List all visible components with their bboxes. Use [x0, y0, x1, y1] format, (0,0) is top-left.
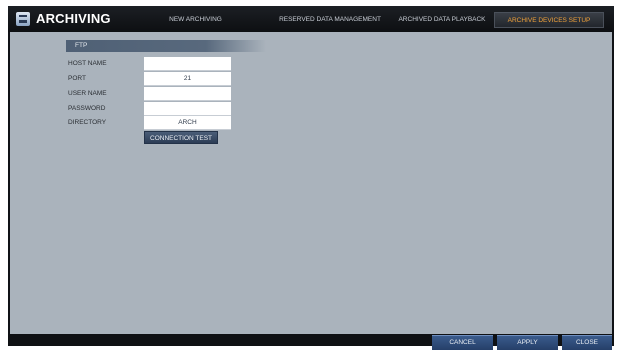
app-title: ARCHIVING	[36, 11, 111, 26]
directory-input[interactable]	[144, 116, 231, 130]
cancel-button[interactable]: CANCEL	[432, 335, 493, 350]
directory-label: DIRECTORY	[68, 119, 107, 126]
ftp-section-header: FTP	[66, 40, 266, 52]
user-name-input[interactable]	[144, 87, 231, 101]
tab-archived-data-playback[interactable]: ARCHIVED DATA PLAYBACK	[387, 12, 497, 28]
close-button[interactable]: CLOSE	[562, 335, 612, 350]
user-name-label: USER NAME	[68, 90, 107, 97]
port-input[interactable]	[144, 72, 231, 86]
tab-new-archiving[interactable]: NEW ARCHIVING	[138, 12, 253, 28]
archive-icon	[16, 12, 30, 26]
section-title: FTP	[75, 42, 88, 49]
host-name-input[interactable]	[144, 57, 231, 71]
content-panel: FTP HOST NAME PORT USER NAME PASSWORD DI…	[10, 32, 612, 334]
password-label: PASSWORD	[68, 105, 106, 112]
port-label: PORT	[68, 75, 86, 82]
apply-button[interactable]: APPLY	[497, 335, 558, 350]
host-name-label: HOST NAME	[68, 60, 107, 67]
connection-test-button[interactable]: CONNECTION TEST	[144, 131, 218, 144]
archiving-window: ARCHIVING NEW ARCHIVING RESERVED DATA MA…	[8, 6, 614, 350]
tab-reserved-data-management[interactable]: RESERVED DATA MANAGEMENT	[276, 12, 384, 28]
title-bar: ARCHIVING NEW ARCHIVING RESERVED DATA MA…	[8, 6, 614, 32]
tab-archive-devices-setup[interactable]: ARCHIVE DEVICES SETUP	[494, 12, 604, 28]
password-input[interactable]	[144, 102, 231, 116]
bottom-bar: CANCEL APPLY CLOSE	[8, 334, 614, 350]
